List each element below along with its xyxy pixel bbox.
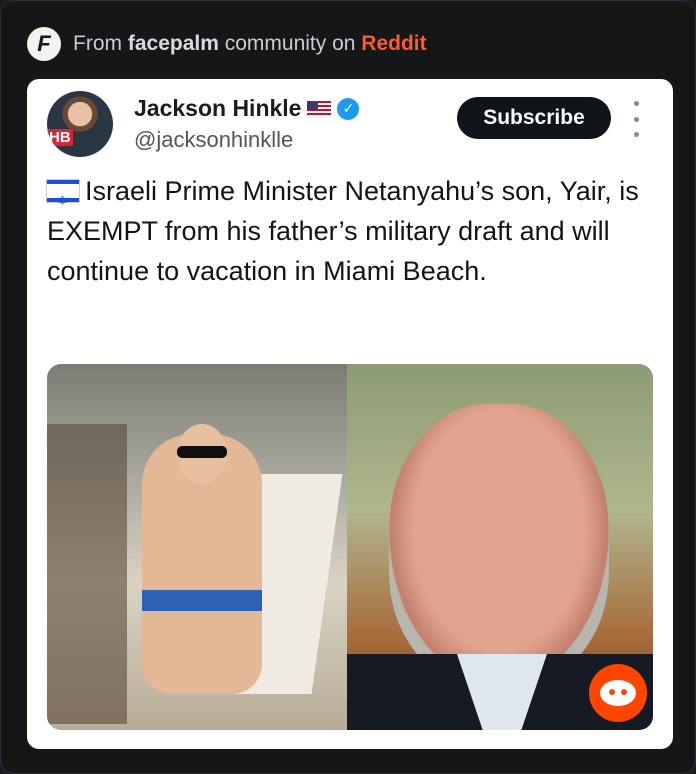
verified-badge-icon: ✓ [337,97,360,120]
facepalm-logo-icon: F [27,27,61,61]
avatar-badge: HB [47,129,73,146]
source-bar: F From facepalm community on Reddit [27,27,427,61]
community-name[interactable]: facepalm [128,32,219,55]
avatar[interactable]: HB [47,91,113,157]
author-row: Jackson Hinkle ✓ [134,95,360,122]
platform-name[interactable]: Reddit [361,32,426,55]
more-options-icon[interactable] [627,101,645,137]
us-flag-icon [307,101,332,116]
tweet-card: HB Jackson Hinkle ✓ @jacksonhinklle Subs… [27,79,673,749]
photo-portrait[interactable] [347,364,653,730]
subscribe-button[interactable]: Subscribe [457,97,611,139]
israel-flag-icon [47,180,79,221]
author-name[interactable]: Jackson Hinkle [134,95,301,122]
tweet-body: Israeli Prime Minister Netanyahu’s son, … [47,176,639,286]
photo-pool-lounger[interactable] [47,364,347,730]
tweet-text: Israeli Prime Minister Netanyahu’s son, … [47,171,657,291]
media-grid[interactable] [47,364,653,730]
reddit-snoo-icon [589,664,647,722]
screenshot-frame: F From facepalm community on Reddit HB J… [0,0,696,774]
source-label: From facepalm community on Reddit [73,32,427,55]
author-handle[interactable]: @jacksonhinklle [134,127,293,153]
